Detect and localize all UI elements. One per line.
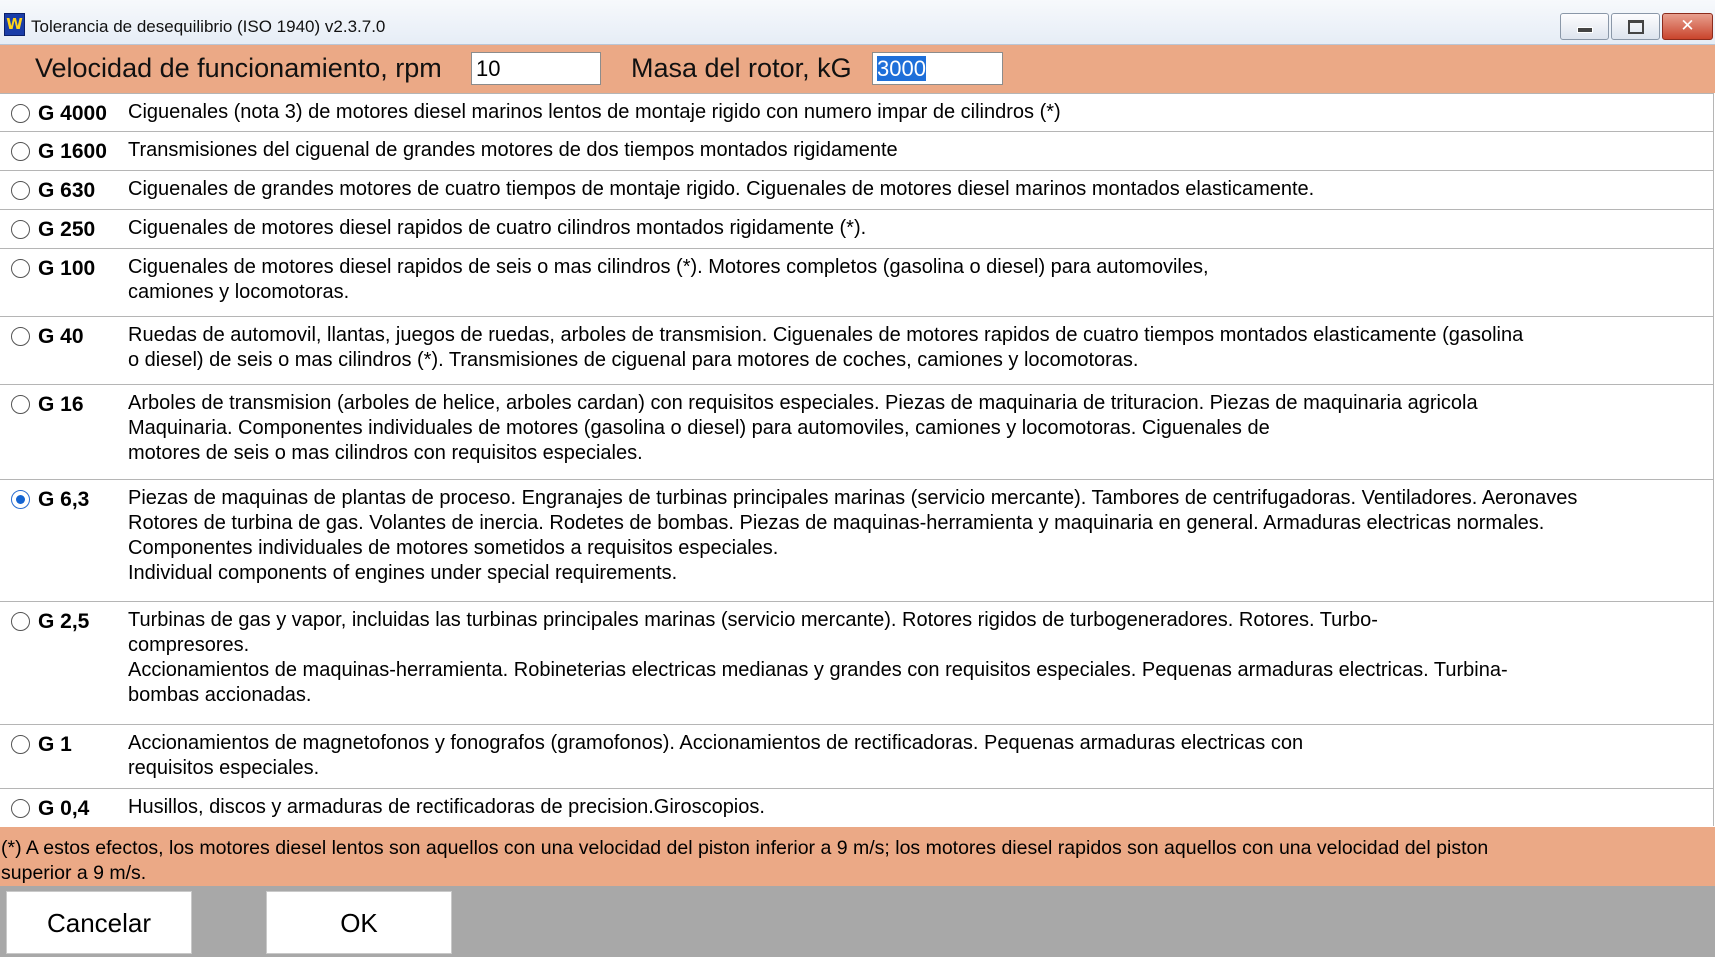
grade-row[interactable]: G 2,5 Turbinas de gas y vapor, incluidas … [0,601,1714,724]
grade-label: G 630 [38,179,96,202]
grade-radio[interactable] [11,799,30,818]
description-line: Accionamientos de maquinas-herramienta. … [128,659,1508,681]
description-line: compresores. [128,634,250,656]
grade-row[interactable]: G 4000 Ciguenales (nota 3) de motores die… [0,93,1714,131]
button-bar: Cancelar OK [0,886,1715,957]
grade-row[interactable]: G 630 Ciguenales de grandes motores de cu… [0,170,1714,209]
description-line: Accionamientos de magnetofonos y fonogra… [128,732,1304,754]
grade-radio[interactable] [11,104,30,123]
speed-label: Velocidad de funcionamiento, rpm [35,53,442,83]
grade-row[interactable]: G 250 Ciguenales de motores diesel rapido… [0,209,1714,248]
grade-row[interactable]: G 1 Accionamientos de magnetofonos y fono… [0,724,1714,788]
grade-radio[interactable] [11,612,30,631]
description-line: Componentes individuales de motores some… [128,537,779,559]
grade-label: G 0,4 [38,797,90,820]
grade-label: G 2,5 [38,610,90,633]
grade-label: G 4000 [38,102,107,125]
description-line: requisitos especiales. [128,757,320,779]
app-logo-icon: W [4,13,25,36]
footnote: (*) A estos efectos, los motores diesel … [0,827,1715,886]
grade-radio[interactable] [11,181,30,200]
grade-radio[interactable] [11,490,30,509]
grade-label: G 6,3 [38,488,90,511]
description-line: Ciguenales de motores diesel rapidos de … [128,256,1209,278]
mass-value: 3000 [877,56,926,81]
grade-description: Accionamientos de magnetofonos y fonogra… [128,731,1303,781]
grade-row[interactable]: G 0,4 Husillos, discos y armaduras de rec… [0,788,1714,826]
description-line: Transmisiones del ciguenal de grandes mo… [128,139,898,161]
footnote-line-2: superior a 9 m/s. [1,862,147,884]
grade-radio[interactable] [11,220,30,239]
description-line: Rotores de turbina de gas. Volantes de i… [128,512,1545,534]
mass-input[interactable]: 3000 [872,52,1003,85]
grade-description: Ruedas de automovil, llantas, juegos de … [128,323,1523,373]
maximize-icon [1627,20,1644,34]
ok-button[interactable]: OK [266,891,452,954]
grade-label: G 16 [38,393,84,416]
description-line: Ciguenales de grandes motores de cuatro … [128,178,1315,200]
grade-label: G 1 [38,733,72,756]
grade-radio[interactable] [11,327,30,346]
description-line: Individual components of engines under s… [128,562,678,584]
grade-radio[interactable] [11,395,30,414]
description-line: Arboles de transmision (arboles de helic… [128,392,1478,414]
grade-description: Transmisiones del ciguenal de grandes mo… [128,138,898,163]
description-line: Turbinas de gas y vapor, incluidas las t… [128,609,1378,631]
description-line: camiones y locomotoras. [128,281,350,303]
grade-row[interactable]: G 16 Arboles de transmision (arboles de h… [0,384,1714,479]
grade-description: Ciguenales de motores diesel rapidos de … [128,216,866,241]
grade-description: Ciguenales de grandes motores de cuatro … [128,177,1314,202]
grade-description: Ciguenales (nota 3) de motores diesel ma… [128,100,1061,125]
description-line: o diesel) de seis o mas cilindros (*). T… [128,349,1139,371]
parameters-bar: Velocidad de funcionamiento, rpm 10 Masa… [0,45,1715,93]
grade-label: G 1600 [38,140,107,163]
grade-row[interactable]: G 6,3 Piezas de maquinas de plantas de p… [0,479,1714,601]
cancel-button[interactable]: Cancelar [6,891,192,954]
description-line: bombas accionadas. [128,684,312,706]
grade-description: Turbinas de gas y vapor, incluidas las t… [128,608,1508,708]
speed-value: 10 [476,56,501,81]
grade-row[interactable]: G 40 Ruedas de automovil, llantas, juegos… [0,316,1714,384]
grade-row[interactable]: G 1600 Transmisiones del ciguenal de gran… [0,131,1714,170]
speed-input[interactable]: 10 [471,52,601,85]
grade-radio[interactable] [11,259,30,278]
grade-radio[interactable] [11,142,30,161]
footnote-line-1: (*) A estos efectos, los motores diesel … [1,837,1489,859]
title-bar: W Tolerancia de desequilibrio (ISO 1940)… [0,0,1715,45]
grade-label: G 40 [38,325,84,348]
description-line: motores de seis o mas cilindros con requ… [128,442,643,464]
mass-label: Masa del rotor, kG [631,53,852,83]
grade-description: Arboles de transmision (arboles de helic… [128,391,1478,466]
minimize-button[interactable] [1560,13,1609,40]
grade-description: Husillos, discos y armaduras de rectific… [128,795,765,820]
maximize-button[interactable] [1611,13,1660,40]
description-line: Maquinaria. Componentes individuales de … [128,417,1270,439]
balance-grade-list: G 4000 Ciguenales (nota 3) de motores die… [0,93,1714,826]
close-button[interactable]: ✕ [1662,13,1713,40]
grade-label: G 100 [38,257,96,280]
close-icon: ✕ [1680,16,1695,36]
description-line: Piezas de maquinas de plantas de proceso… [128,487,1578,509]
window-title: Tolerancia de desequilibrio (ISO 1940) v… [31,17,386,36]
description-line: Ruedas de automovil, llantas, juegos de … [128,324,1524,346]
description-line: Ciguenales de motores diesel rapidos de … [128,217,867,239]
grade-description: Ciguenales de motores diesel rapidos de … [128,255,1209,305]
grade-label: G 250 [38,218,96,241]
description-line: Husillos, discos y armaduras de rectific… [128,796,765,818]
grade-row[interactable]: G 100 Ciguenales de motores diesel rapido… [0,248,1714,316]
description-line: Ciguenales (nota 3) de motores diesel ma… [128,101,1061,123]
minimize-icon [1576,27,1593,33]
grade-description: Piezas de maquinas de plantas de proceso… [128,486,1577,586]
grade-radio[interactable] [11,735,30,754]
